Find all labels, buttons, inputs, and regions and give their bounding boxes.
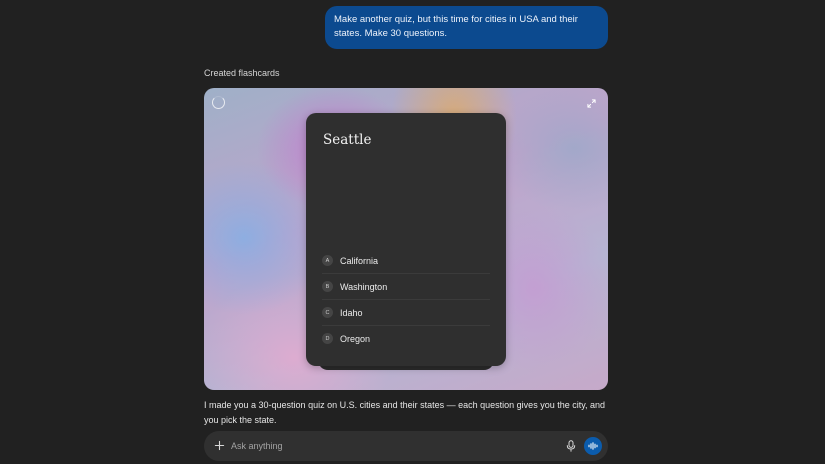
mic-icon[interactable] <box>566 440 576 452</box>
voice-mode-icon <box>588 442 598 450</box>
expand-icon[interactable] <box>587 99 596 108</box>
option-label: Washington <box>340 281 388 292</box>
option-letter-badge: D <box>322 333 333 344</box>
flashcard: Seattle A California B Washington C Idah… <box>306 113 506 366</box>
tool-status-label: Created flashcards <box>204 68 280 78</box>
voice-mode-button[interactable] <box>584 437 602 455</box>
answer-options: A California B Washington C Idaho D Oreg… <box>322 248 490 351</box>
flashcards-panel: Seattle A California B Washington C Idah… <box>204 88 608 390</box>
user-message-bubble: Make another quiz, but this time for cit… <box>325 6 608 49</box>
option-letter-badge: C <box>322 307 333 318</box>
plus-icon[interactable] <box>214 440 225 451</box>
ask-input[interactable] <box>231 438 531 454</box>
user-message-text: Make another quiz, but this time for cit… <box>334 14 578 39</box>
option-letter-badge: B <box>322 281 333 292</box>
spinner-icon <box>212 96 225 109</box>
option-label: California <box>340 255 379 266</box>
option-label: Oregon <box>340 333 371 344</box>
option-letter-badge: A <box>322 255 333 266</box>
answer-option-a[interactable]: A California <box>322 248 490 274</box>
composer <box>204 431 608 461</box>
answer-option-c[interactable]: C Idaho <box>322 300 490 326</box>
answer-option-d[interactable]: D Oregon <box>322 326 490 351</box>
answer-option-b[interactable]: B Washington <box>322 274 490 300</box>
option-label: Idaho <box>340 307 363 318</box>
flashcard-question: Seattle <box>323 132 372 148</box>
assistant-message: I made you a 30-question quiz on U.S. ci… <box>204 400 606 425</box>
